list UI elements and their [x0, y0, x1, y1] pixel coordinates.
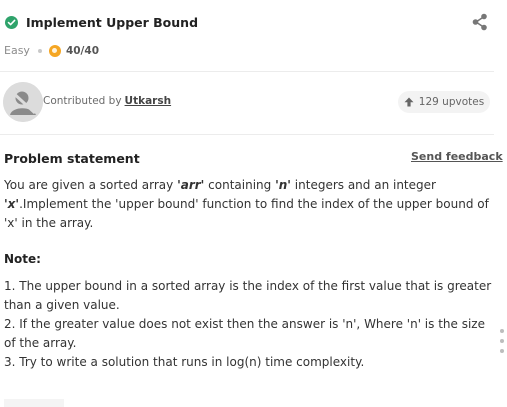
- arr-term: 'arr': [177, 178, 205, 192]
- x-term: 'x': [4, 197, 20, 211]
- note-list: 1. The upper bound in a sorted array is …: [4, 277, 492, 372]
- contributor-link[interactable]: Utkarsh: [125, 95, 172, 107]
- separator-dot: [37, 48, 42, 53]
- contributor-divider: [0, 134, 494, 135]
- problem-header: Implement Upper Bound Easy 40/40: [0, 0, 494, 70]
- upvote-button[interactable]: 129 upvotes: [398, 91, 490, 113]
- send-feedback-link[interactable]: Send feedback: [411, 150, 503, 163]
- problem-description: You are given a sorted array 'arr' conta…: [4, 178, 489, 230]
- title-row: Implement Upper Bound: [5, 15, 198, 30]
- note-item: 3. Try to write a solution that runs in …: [4, 355, 365, 369]
- avatar[interactable]: [3, 82, 43, 122]
- difficulty-label: Easy: [4, 44, 30, 57]
- share-icon[interactable]: [471, 13, 489, 31]
- problem-title: Implement Upper Bound: [26, 15, 199, 30]
- arrow-up-icon: [404, 97, 414, 107]
- clipped-content: [4, 399, 64, 407]
- problem-page: Implement Upper Bound Easy 40/40 Contrib…: [0, 0, 507, 407]
- coin-icon: [48, 44, 61, 57]
- note-heading: Note:: [4, 252, 41, 266]
- resize-handle[interactable]: [500, 329, 507, 357]
- score-label: 40/40: [65, 44, 99, 57]
- header-divider: [0, 71, 494, 72]
- upvote-count: 129 upvotes: [418, 96, 485, 108]
- note-item: 2. If the greater value does not exist t…: [4, 317, 485, 350]
- problem-statement-heading: Problem statement: [4, 151, 140, 166]
- n-term: 'n': [275, 178, 291, 192]
- meta-row: Easy 40/40: [4, 44, 99, 57]
- contributor-prefix: Contributed by: [43, 95, 122, 107]
- check-circle-icon: [5, 16, 18, 29]
- contributor-info: Contributed by Utkarsh: [43, 95, 171, 107]
- note-item: 1. The upper bound in a sorted array is …: [4, 279, 492, 312]
